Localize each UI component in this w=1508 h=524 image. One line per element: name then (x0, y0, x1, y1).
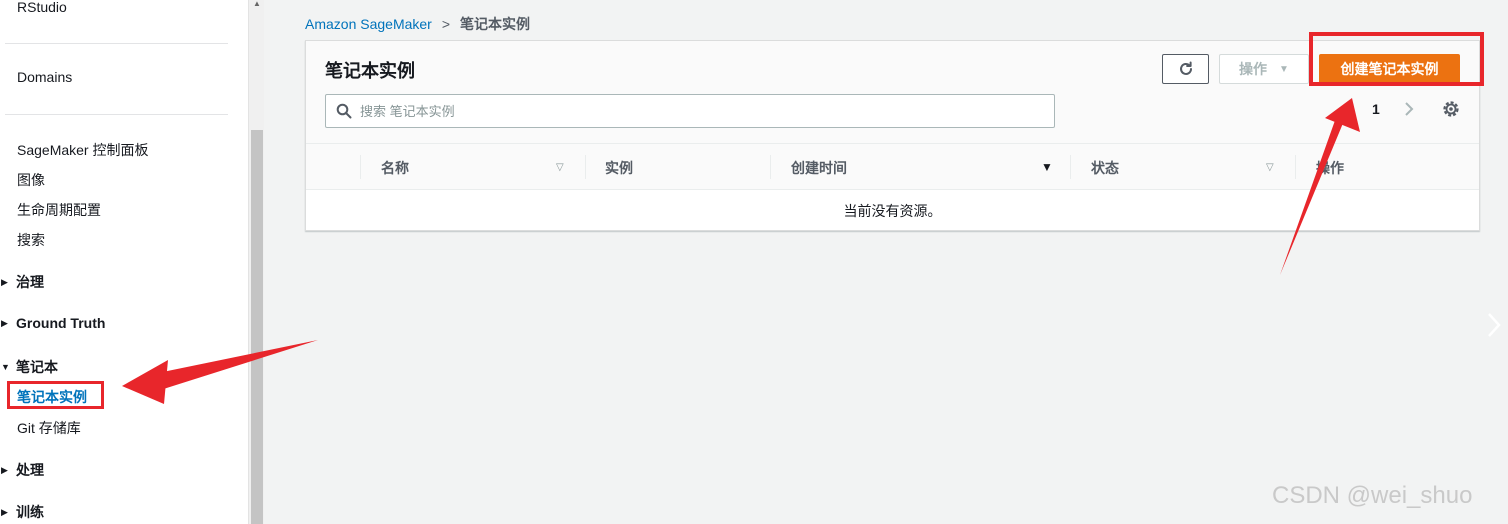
column-header-status[interactable]: 状态 (1091, 144, 1119, 191)
caret-down-icon: ▼ (1, 362, 10, 372)
sidebar-section-governance[interactable]: ▶ 治理 (0, 272, 44, 292)
panel-header: 笔记本实例 操作 ▼ 创建笔记本实例 1 (306, 32, 1484, 143)
notebook-instances-panel: 笔记本实例 操作 ▼ 创建笔记本实例 1 (305, 32, 1484, 231)
scroll-up-icon[interactable]: ▲ (252, 0, 262, 8)
breadcrumb: Amazon SageMaker > 笔记本实例 (305, 14, 530, 34)
column-separator (1295, 155, 1296, 179)
sort-icon[interactable]: ▽ (1266, 162, 1274, 173)
caret-right-icon: ▶ (1, 317, 8, 328)
sidebar-section-label: 治理 (16, 274, 44, 290)
column-header-instance[interactable]: 实例 (605, 144, 633, 191)
sidebar-divider (5, 43, 228, 44)
column-header-actions: 操作 (1316, 159, 1344, 176)
sidebar-item-lifecycle[interactable]: 生命周期配置 (17, 200, 101, 220)
gear-icon[interactable] (1441, 99, 1461, 119)
breadcrumb-separator: > (441, 16, 451, 32)
column-separator (360, 155, 361, 179)
column-header-name[interactable]: 名称 (381, 144, 409, 191)
caret-down-icon: ▼ (1279, 63, 1289, 75)
actions-label: 操作 (1239, 61, 1268, 77)
sidebar-section-processing[interactable]: ▶ 处理 (0, 460, 44, 480)
sidebar-nav: RStudio Domains SageMaker 控制面板 图像 生命周期配置… (0, 0, 248, 524)
column-separator (770, 155, 771, 179)
column-header-created[interactable]: 创建时间 (791, 144, 847, 191)
chevron-right-icon[interactable] (1401, 99, 1417, 119)
refresh-button[interactable] (1162, 54, 1209, 84)
sort-icon[interactable]: ▽ (556, 162, 564, 173)
breadcrumb-current: 笔记本实例 (460, 16, 531, 32)
sidebar-section-label: Ground Truth (16, 315, 106, 331)
annotation-highlight-box (7, 381, 104, 409)
pagination-current-page[interactable]: 1 (1372, 101, 1380, 117)
sidebar-section-training[interactable]: ▶ 训练 (0, 502, 44, 522)
sidebar-item-images[interactable]: 图像 (17, 170, 45, 190)
table-header-row: 名称 ▽ 实例 创建时间 ▼ 状态 ▽ 操作 (306, 143, 1479, 190)
chevron-right-icon[interactable] (1486, 310, 1502, 340)
caret-right-icon: ▶ (1, 464, 8, 475)
search-icon (336, 103, 352, 119)
page-title: 笔记本实例 (325, 61, 415, 81)
caret-right-icon: ▶ (1, 506, 8, 517)
sidebar-item-search[interactable]: 搜索 (17, 230, 45, 250)
sidebar-section-label: 笔记本 (16, 359, 58, 375)
scroll-thumb[interactable] (251, 130, 263, 524)
sidebar-divider (5, 114, 228, 115)
refresh-icon (1179, 61, 1192, 75)
sidebar-item-rstudio[interactable]: RStudio (17, 0, 67, 15)
search-field[interactable] (325, 94, 1055, 128)
sidebar-item-git-repos[interactable]: Git 存储库 (17, 418, 81, 438)
watermark: CSDN @wei_shuo (1272, 482, 1473, 509)
actions-dropdown-button[interactable]: 操作 ▼ (1219, 54, 1309, 84)
column-separator (585, 155, 586, 179)
annotation-highlight-box (1309, 32, 1484, 86)
sidebar-item-domains[interactable]: Domains (17, 69, 72, 85)
column-separator (1070, 155, 1071, 179)
sidebar-section-notebook[interactable]: ▼ 笔记本 (0, 357, 58, 377)
breadcrumb-link-sagemaker[interactable]: Amazon SageMaker (305, 16, 432, 32)
sidebar-section-label: 处理 (16, 462, 44, 478)
sidebar-item-dashboard[interactable]: SageMaker 控制面板 (17, 140, 148, 160)
sidebar-scrollbar[interactable]: ▲ (248, 0, 264, 524)
sidebar-section-label: 训练 (16, 504, 44, 520)
sidebar-section-ground-truth[interactable]: ▶ Ground Truth (0, 315, 105, 331)
search-input[interactable] (360, 103, 1040, 119)
sort-descending-icon[interactable]: ▼ (1041, 160, 1053, 174)
caret-right-icon: ▶ (1, 276, 8, 287)
empty-state-message: 当前没有资源。 (843, 203, 942, 219)
